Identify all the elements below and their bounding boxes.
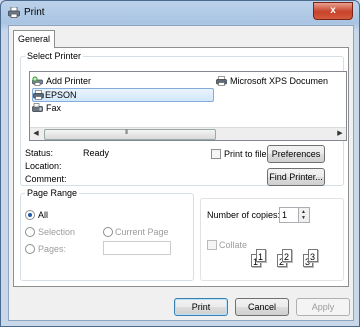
- page-range-group: Page Range All Selection Current Page Pa…: [20, 188, 194, 281]
- comment-label: Comment:: [25, 174, 67, 184]
- print-to-file-checkbox[interactable]: [211, 149, 221, 159]
- pages-input[interactable]: [103, 241, 171, 255]
- pages-label[interactable]: Pages:: [38, 244, 66, 254]
- collate-checkbox[interactable]: [207, 240, 217, 250]
- select-printer-group: Select Printer Add Printer EPSON Fax Mic…: [20, 51, 347, 186]
- spin-down-icon[interactable]: ▼: [301, 215, 306, 221]
- print-to-file-label[interactable]: Print to file: [224, 149, 267, 159]
- current-page-label[interactable]: Current Page: [115, 227, 169, 237]
- page-icon: 3: [308, 249, 318, 262]
- add-printer-icon: [32, 76, 43, 86]
- printer-list[interactable]: Add Printer EPSON Fax Microsoft XPS Docu…: [29, 71, 347, 141]
- print-button[interactable]: Print: [174, 298, 228, 316]
- dialog-body: General Select Printer Add Printer EPSON…: [8, 25, 354, 321]
- apply-button[interactable]: Apply: [296, 298, 350, 316]
- pages-radio[interactable]: [25, 244, 35, 254]
- printer-item-fax[interactable]: Fax: [32, 102, 61, 114]
- printer-label: Add Printer: [46, 76, 92, 86]
- status-value: Ready: [83, 148, 110, 158]
- printer-item-epson[interactable]: EPSON: [32, 88, 214, 102]
- horizontal-scrollbar[interactable]: ◀ III ▶: [30, 127, 346, 140]
- printer-label: EPSON: [45, 90, 77, 100]
- copies-spinner[interactable]: ▲ ▼: [298, 207, 310, 223]
- tab-panel-general: Select Printer Add Printer EPSON Fax Mic…: [13, 47, 349, 287]
- printer-label: Microsoft XPS Documen: [230, 76, 329, 86]
- scroll-right-icon[interactable]: ▶: [335, 130, 345, 138]
- scroll-left-icon[interactable]: ◀: [31, 130, 41, 138]
- page-range-title: Page Range: [25, 188, 80, 198]
- preferences-button[interactable]: Preferences: [267, 145, 325, 163]
- selection-label[interactable]: Selection: [38, 227, 75, 237]
- location-label: Location:: [25, 161, 62, 171]
- copies-group: Number of copies: 1 ▲ ▼ Collate 1 1 2 2 …: [200, 198, 344, 281]
- status-label: Status:: [25, 148, 54, 158]
- close-button[interactable]: x: [313, 2, 353, 20]
- copies-label: Number of copies:: [207, 210, 281, 220]
- all-label[interactable]: All: [38, 210, 48, 220]
- all-radio[interactable]: [25, 210, 35, 220]
- tab-general[interactable]: General: [13, 30, 55, 48]
- copies-input[interactable]: 1: [279, 207, 299, 223]
- scrollbar-thumb[interactable]: III: [44, 129, 216, 140]
- select-printer-title: Select Printer: [25, 51, 84, 61]
- print-dialog: Print x General Select Printer Add Print…: [0, 0, 360, 327]
- title-bar[interactable]: Print x: [1, 1, 359, 25]
- printer-icon: [33, 90, 44, 100]
- scrollbar-grip: III: [125, 130, 128, 136]
- printer-icon: [8, 7, 20, 18]
- find-printer-button[interactable]: Find Printer...: [267, 168, 325, 186]
- printer-label: Fax: [46, 103, 62, 113]
- printer-item-add-printer[interactable]: Add Printer: [32, 75, 91, 87]
- printer-item-microsoft-xps[interactable]: Microsoft XPS Documen: [216, 75, 328, 87]
- fax-icon: [32, 103, 43, 112]
- current-page-radio[interactable]: [103, 227, 113, 237]
- selection-radio[interactable]: [25, 227, 35, 237]
- page-icon: 1: [256, 249, 266, 262]
- cancel-button[interactable]: Cancel: [235, 298, 289, 316]
- page-icon: 2: [282, 249, 292, 262]
- window-title: Print: [24, 7, 45, 18]
- collate-label[interactable]: Collate: [219, 240, 247, 250]
- printer-icon: [216, 76, 227, 86]
